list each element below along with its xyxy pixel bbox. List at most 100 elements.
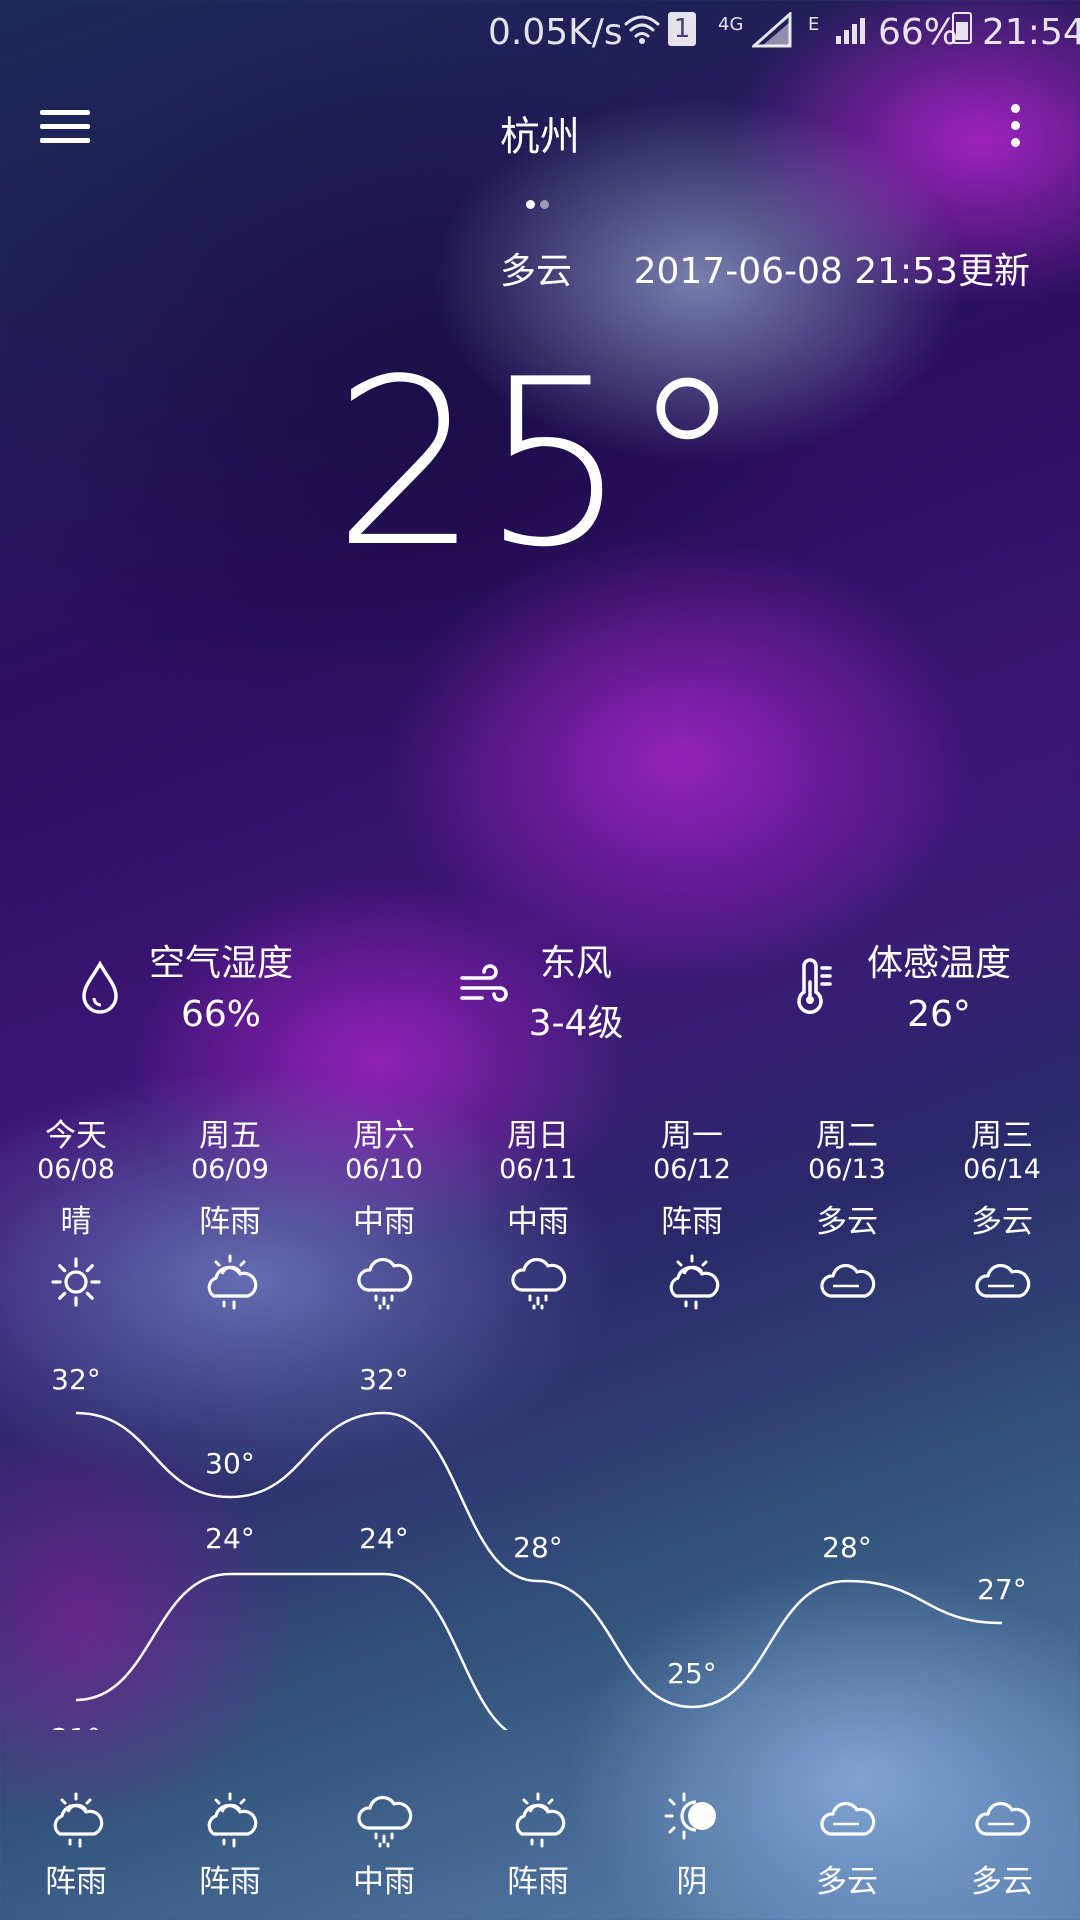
forecast-day-5: 周二 06/13 多云 [787,1110,907,1312]
wind-indicator: 东风 3-4级 [456,930,656,1050]
high-temp-label: 32° [51,1363,101,1396]
page-dot [540,200,549,209]
sim-badge: 1 [668,12,696,46]
forecast-weekday: 周一 [661,1118,723,1154]
rain-icon [357,1257,413,1310]
forecast-night-condition: 阴 [676,1864,708,1900]
forecast-night-3: 阵雨 [478,1790,598,1901]
forecast-night-condition: 阵雨 [45,1864,107,1900]
cloud-icon [820,1263,876,1298]
cloud-icon [820,1801,876,1836]
forecast-day-3: 周日 06/11 中雨 [478,1110,598,1312]
feels-like-value: 26° [907,994,971,1035]
status-clock: 21:54 [982,12,1080,53]
wind-icon [460,964,508,1002]
more-options-button[interactable] [1000,104,1030,154]
forecast-day-condition: 阵雨 [199,1204,261,1240]
forecast-date: 06/12 [653,1154,731,1185]
sun-icon [51,1257,101,1307]
forecast-day-0: 今天 06/08 晴 [16,1110,136,1312]
rain-icon [511,1257,567,1310]
forecast-night-1: 阵雨 [170,1790,290,1901]
high-temp-label: 28° [822,1531,872,1564]
forecast-date: 06/09 [191,1154,269,1185]
humidity-indicator: 空气湿度 66% [70,930,330,1050]
forecast-night-6: 多云 [942,1790,1062,1901]
thermometer-icon [797,958,832,1014]
low-temp-label: 21° [51,1722,101,1730]
cloud-icon [975,1263,1031,1298]
humidity-value: 66% [180,994,261,1035]
battery-percent: 66% [878,12,959,53]
wifi-icon [622,12,662,55]
forecast-day-6: 周三 06/14 多云 [942,1110,1062,1312]
forecast-night-condition: 多云 [971,1864,1033,1900]
forecast-night-condition: 多云 [816,1864,878,1900]
forecast-date: 06/11 [499,1154,577,1185]
shower-icon [207,1792,258,1848]
forecast-weekday: 周六 [353,1118,415,1154]
forecast-night-condition: 阵雨 [199,1864,261,1900]
forecast-day-condition: 阵雨 [661,1204,723,1240]
city-title[interactable]: 杭州 [0,104,1080,162]
temperature-chart: 32°21°30°24°32°24°28°20°25°19°28°19°27°1… [51,1363,1027,1730]
high-temp-label: 28° [513,1531,563,1564]
low-temp-line [75,1572,509,1730]
wind-level: 3-4级 [528,1003,624,1044]
forecast-date: 06/08 [37,1154,115,1185]
cloud-icon [975,1801,1031,1836]
forecast-weekday: 周二 [816,1118,878,1154]
forecast-date: 06/10 [345,1154,423,1185]
status-bar: 0.05K/s 1 4G E 66% 21:54 [0,0,1080,66]
signal-bars-icon [834,12,870,53]
forecast-night-condition: 阵雨 [507,1864,569,1900]
more-dot [1010,138,1020,147]
forecast-day-condition: 多云 [816,1204,878,1240]
current-temperature: 25° [333,331,747,598]
forecast-day-2: 周六 06/10 中雨 [324,1110,444,1312]
shower-icon [53,1792,104,1848]
forecast-day-condition: 晴 [60,1204,92,1240]
forecast-day-condition: 多云 [971,1204,1033,1240]
high-temp-label: 25° [667,1657,717,1690]
more-dot [1010,121,1020,130]
forecast-night-condition: 中雨 [353,1864,415,1900]
forecast-day-4: 周一 06/12 阵雨 [632,1110,752,1312]
forecast-weekday: 今天 [45,1118,107,1154]
page-indicator [526,194,554,213]
forecast-night-4: 阴 [632,1790,752,1901]
shower-icon [515,1792,566,1848]
forecast-date: 06/14 [963,1154,1041,1185]
feels-like-label: 体感温度 [866,943,1011,984]
forecast-night-0: 阵雨 [16,1790,136,1901]
humidity-drop-icon [82,960,118,1014]
forecast-date: 06/13 [808,1154,886,1185]
low-temp-label: 24° [359,1522,409,1555]
forecast-night-5: 多云 [787,1790,907,1901]
signal-icon [750,10,792,57]
forecast-weekday: 周日 [507,1118,569,1154]
shower-icon [669,1254,720,1310]
forecast-day-condition: 中雨 [353,1204,415,1240]
feels-like-indicator: 体感温度 26° [784,930,1044,1050]
rain-icon [357,1795,413,1848]
current-weather-description: 多云 [500,251,573,292]
forecast-night-2: 中雨 [324,1790,444,1901]
forecast-day-1: 周五 06/09 阵雨 [170,1110,290,1312]
humidity-label: 空气湿度 [148,943,293,984]
update-time: 2017-06-08 21:53更新 [633,251,1030,292]
shower-icon [207,1254,258,1310]
battery-icon [952,12,972,44]
forecast-weekday: 周三 [971,1118,1033,1154]
network-type-e: E [808,14,820,35]
forecast-day-condition: 中雨 [507,1204,569,1240]
overcast-icon [664,1792,716,1840]
network-type-4g: 4G [718,14,744,35]
forecast-weekday: 周五 [199,1118,261,1154]
high-temp-label: 32° [359,1363,409,1396]
high-temp-label: 30° [205,1447,255,1480]
network-speed: 0.05K/s [488,12,623,53]
wind-direction: 东风 [539,943,612,984]
page-dot [526,200,535,209]
high-temp-label: 27° [977,1573,1027,1606]
